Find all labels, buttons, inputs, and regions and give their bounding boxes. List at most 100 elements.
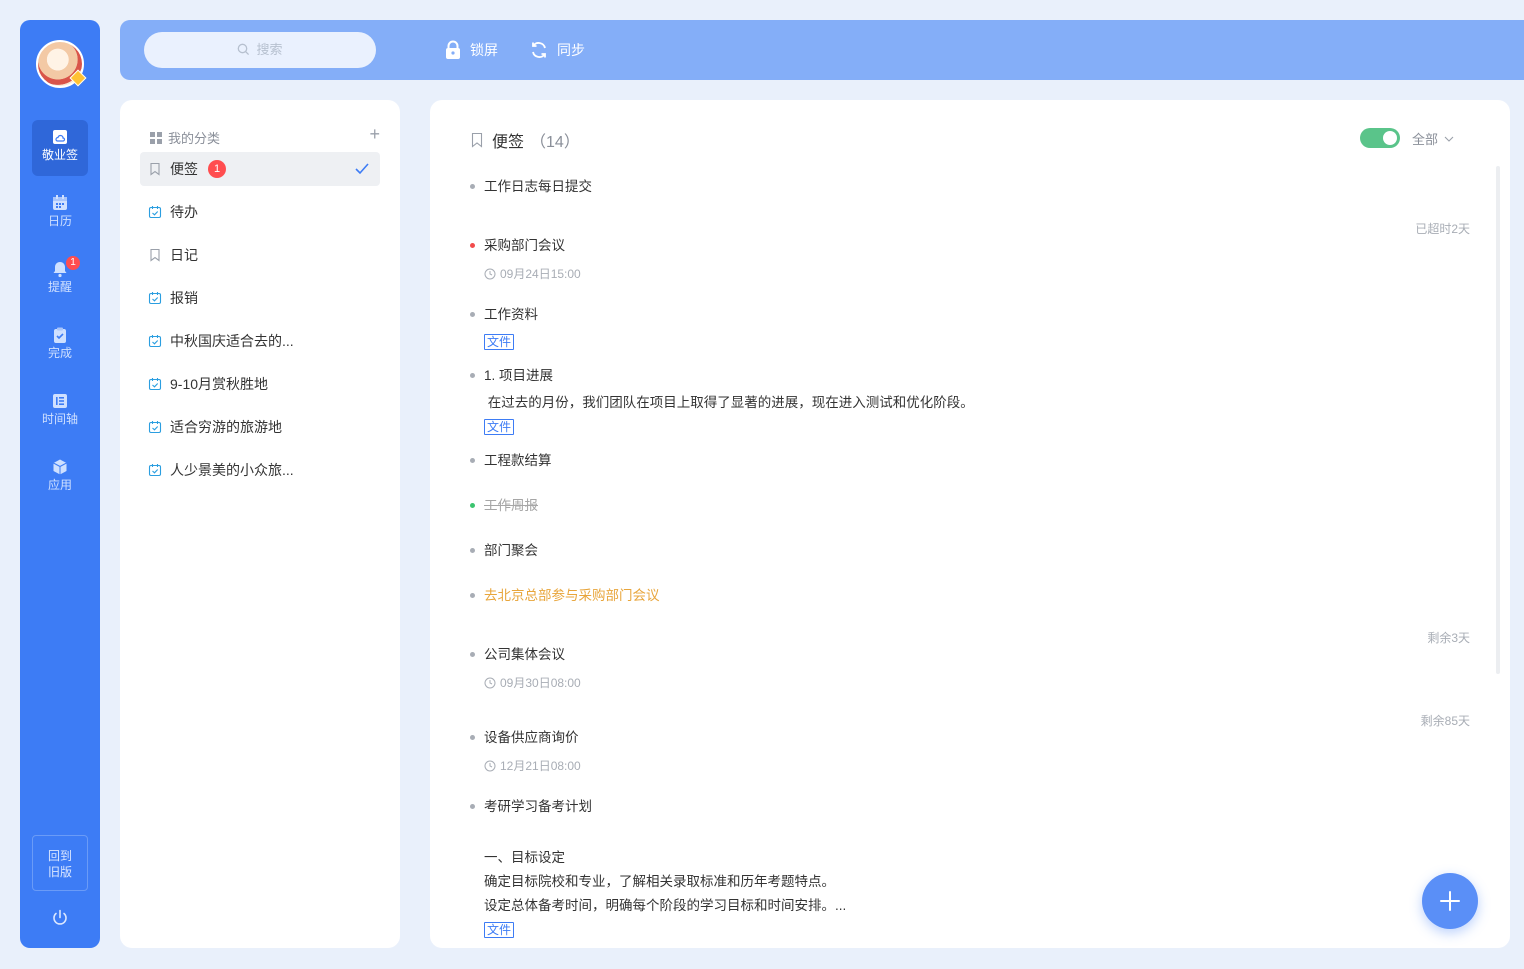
note-title: 工程款结算 xyxy=(484,453,552,468)
sync-button[interactable]: 同步 xyxy=(529,40,585,60)
top-bar: 搜索 锁屏 同步 xyxy=(120,20,1524,80)
lock-label: 锁屏 xyxy=(470,42,498,58)
category-item-diary[interactable]: 日记 xyxy=(140,238,380,272)
note-status: 剩余85天 xyxy=(1420,714,1470,728)
todo-icon xyxy=(148,421,162,434)
note-dot xyxy=(470,458,475,463)
category-item-autumn-spots[interactable]: 9-10月赏秋胜地 xyxy=(140,367,380,401)
back-old-label: 回到旧版 xyxy=(47,849,72,879)
note-body-line: 一、目标设定 xyxy=(484,850,565,865)
search-placeholder: 搜索 xyxy=(256,42,283,57)
note-body-text: 在过去的月份，我们团队在项目上取得了显著的进展，现在进入测试和优化阶段。 xyxy=(484,395,974,410)
bookmark-icon xyxy=(150,248,160,262)
power-icon[interactable] xyxy=(51,909,69,927)
avatar[interactable] xyxy=(36,40,87,88)
sync-icon xyxy=(532,42,546,58)
filter-dropdown[interactable]: 全部 xyxy=(1412,129,1454,148)
note-time-text: 12月21日08:00 xyxy=(500,759,581,773)
back-to-old-version-button[interactable]: 回到旧版 xyxy=(32,835,88,891)
category-header-label: 我的分类 xyxy=(168,131,221,146)
category-item-note[interactable]: 便签 1 xyxy=(140,152,380,186)
note-title: 1. 项目进展 xyxy=(484,368,554,383)
note-title: 考研学习备考计划 xyxy=(484,799,592,814)
note-dot xyxy=(470,312,475,317)
nav-label: 提醒 xyxy=(47,280,72,294)
note-body-line xyxy=(484,822,846,846)
nav-label: 日历 xyxy=(47,214,72,228)
note-body-line: 确定目标院校和专业，了解相关录取标准和历年考题特点。 xyxy=(484,874,835,889)
category-label: 中秋国庆适合去的... xyxy=(170,333,294,349)
file-tag[interactable]: 文件 xyxy=(484,419,515,435)
cube-icon xyxy=(53,459,67,475)
reminder-badge: 1 xyxy=(66,256,80,270)
filter-label: 全部 xyxy=(1412,132,1439,147)
vip-badge-icon xyxy=(69,69,87,87)
note-title: 工作资料 xyxy=(484,307,538,322)
category-item-reimburse[interactable]: 报销 xyxy=(140,281,380,315)
notes-count: （14） xyxy=(530,134,580,151)
show-completed-toggle[interactable] xyxy=(1360,128,1400,148)
clipboard-check-icon xyxy=(54,327,66,343)
timeline-icon xyxy=(53,394,67,408)
note-status: 已超时2天 xyxy=(1415,222,1470,236)
note-body-line: 设定总体备考时间，明确每个阶段的学习目标和时间安排。... xyxy=(484,898,847,913)
note-status: 剩余3天 xyxy=(1427,631,1470,645)
chevron-down-icon xyxy=(1444,136,1454,142)
file-tag[interactable]: 文件 xyxy=(484,334,515,350)
category-item-niche-travel[interactable]: 人少景美的小众旅... xyxy=(140,453,380,487)
note-dot xyxy=(470,373,475,378)
note-dot xyxy=(470,804,475,809)
note-time: 09月24日15:00 xyxy=(484,265,581,282)
note-attachment: 文件 xyxy=(484,330,515,354)
nav-rail: 敬业签 日历 1 提醒 完成 时间轴 应用 回到旧版 xyxy=(20,20,100,948)
note-body: 一、目标设定 确定目标院校和专业，了解相关录取标准和历年考题特点。 设定总体备考… xyxy=(484,822,846,942)
nav-item-apps[interactable]: 应用 xyxy=(32,450,88,506)
category-item-todo[interactable]: 待办 xyxy=(140,195,380,229)
todo-icon xyxy=(148,464,162,477)
category-label: 适合穷游的旅游地 xyxy=(170,419,282,435)
add-note-button[interactable] xyxy=(1422,873,1478,929)
category-item-budget-travel[interactable]: 适合穷游的旅游地 xyxy=(140,410,380,444)
calendar-icon xyxy=(53,195,67,210)
nav-item-timeline[interactable]: 时间轴 xyxy=(32,384,88,440)
nav-item-note[interactable]: 敬业签 xyxy=(32,120,88,176)
search-input[interactable]: 搜索 xyxy=(144,32,376,68)
note-title: 工作日志每日提交 xyxy=(484,179,592,194)
nav-item-reminder[interactable]: 1 提醒 xyxy=(32,252,88,308)
notes-header: 便签 （14） xyxy=(470,128,580,152)
notes-panel: 便签 （14） 全部 工作日志每日提交 已超时2天 采购部门会议 09月24日1… xyxy=(430,100,1510,948)
note-dot xyxy=(470,593,475,598)
note-time: 09月30日08:00 xyxy=(484,674,581,691)
grid-icon xyxy=(150,131,162,144)
nav-label: 敬业签 xyxy=(41,148,78,162)
nav-item-done[interactable]: 完成 xyxy=(32,318,88,374)
note-dot xyxy=(470,652,475,657)
file-tag[interactable]: 文件 xyxy=(484,922,515,938)
clock-icon xyxy=(484,677,496,688)
cloud-note-icon xyxy=(53,130,67,144)
search-icon xyxy=(238,43,250,56)
category-label: 待办 xyxy=(170,204,198,220)
nav-label: 应用 xyxy=(47,478,72,492)
clock-icon xyxy=(484,268,496,279)
lock-icon xyxy=(446,40,460,59)
todo-icon xyxy=(148,378,162,391)
note-time: 12月21日08:00 xyxy=(484,757,581,774)
todo-icon xyxy=(148,335,162,348)
note-time-text: 09月30日08:00 xyxy=(500,676,581,690)
sync-label: 同步 xyxy=(557,42,585,58)
note-dot xyxy=(470,548,475,553)
scrollbar[interactable] xyxy=(1496,166,1500,674)
nav-item-calendar[interactable]: 日历 xyxy=(32,186,88,242)
note-title: 工作周报 xyxy=(484,498,538,513)
category-label: 日记 xyxy=(170,247,198,263)
category-item-festival-trip[interactable]: 中秋国庆适合去的... xyxy=(140,324,380,358)
nav-label: 完成 xyxy=(47,346,72,360)
check-icon xyxy=(355,163,369,175)
notes-title: 便签 xyxy=(492,134,525,151)
note-dot xyxy=(470,184,475,189)
category-label: 9-10月赏秋胜地 xyxy=(170,376,269,392)
lock-screen-button[interactable]: 锁屏 xyxy=(444,40,498,60)
bookmark-icon xyxy=(471,132,483,148)
add-category-button[interactable]: + xyxy=(369,124,380,144)
